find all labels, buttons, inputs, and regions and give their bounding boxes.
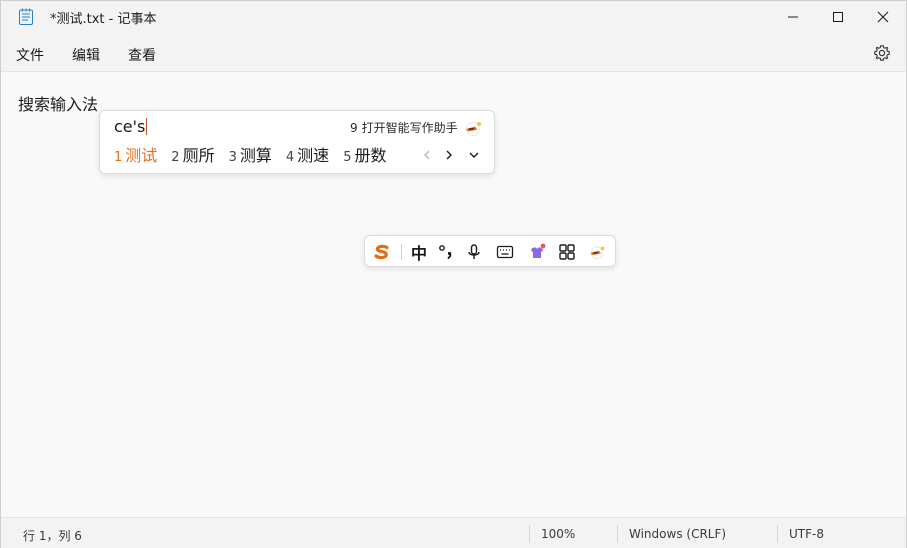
maximize-button[interactable] — [815, 1, 861, 32]
menu-edit[interactable]: 编辑 — [72, 45, 100, 65]
expand-candidates-button[interactable] — [467, 147, 481, 161]
close-button[interactable] — [860, 1, 906, 32]
keyboard-icon — [496, 245, 514, 259]
punctuation-icon — [439, 245, 452, 259]
zoom-level: 100% — [541, 527, 576, 541]
minimize-icon — [788, 16, 798, 17]
toolbar-divider — [401, 244, 402, 260]
chevron-down-icon — [469, 152, 479, 158]
candidate-text: 测速 — [297, 146, 330, 165]
skin-button[interactable] — [527, 242, 547, 262]
candidate-item[interactable]: 4 测速 — [286, 142, 329, 166]
chevron-left-icon — [424, 150, 430, 160]
punctuation-toggle[interactable] — [436, 242, 456, 262]
candidate-item[interactable]: 3 测算 — [229, 142, 272, 166]
candidate-text: 测试 — [125, 146, 158, 165]
microphone-icon — [468, 244, 480, 259]
toolbox-icon — [559, 244, 575, 260]
candidate-text: 册数 — [354, 146, 387, 165]
toolbox-button[interactable] — [557, 242, 577, 262]
status-divider — [617, 525, 618, 543]
candidate-item[interactable]: 5 册数 — [343, 142, 386, 166]
assistant-number: 9 — [350, 120, 358, 135]
editor-content: 搜索输入法 — [18, 95, 99, 114]
gear-icon — [874, 45, 890, 61]
candidate-item[interactable]: 1 测试 — [114, 142, 157, 166]
ime-composition: ce's — [114, 117, 148, 136]
candidate-item[interactable]: 2 厕所 — [171, 142, 214, 166]
assistant-icon — [590, 246, 605, 260]
sogou-logo-icon — [374, 244, 389, 260]
assistant-label: 打开智能写作助手 — [361, 121, 458, 135]
status-divider — [529, 525, 530, 543]
maximize-icon — [833, 11, 843, 22]
assistant-icon — [465, 121, 481, 136]
notepad-app-icon — [19, 8, 33, 25]
candidate-list: 1 测试 2 厕所 3 测算 4 测速 5 册数 — [114, 142, 400, 166]
settings-button[interactable] — [873, 44, 891, 62]
candidate-text: 厕所 — [182, 146, 215, 165]
encoding: UTF-8 — [789, 527, 824, 541]
title-bar: *测试.txt - 记事本 — [1, 1, 906, 32]
sogou-logo-button[interactable] — [372, 242, 392, 262]
candidate-number: 4 — [285, 150, 295, 165]
voice-input-button[interactable] — [464, 242, 484, 262]
status-bar: 行 1，列 6 100% Windows (CRLF) UTF-8 — [1, 517, 906, 548]
candidate-number: 3 — [228, 150, 237, 165]
soft-keyboard-button[interactable] — [495, 242, 515, 262]
candidate-number: 5 — [343, 150, 352, 165]
skin-icon — [531, 243, 546, 258]
menu-file[interactable]: 文件 — [16, 45, 44, 65]
window-title: *测试.txt - 记事本 — [50, 12, 157, 27]
previous-page-button[interactable] — [420, 147, 434, 161]
candidate-number: 2 — [171, 150, 180, 165]
next-page-button[interactable] — [442, 147, 456, 161]
line-ending: Windows (CRLF) — [629, 527, 727, 541]
status-divider — [777, 525, 778, 543]
writing-assistant-link[interactable]: 9 打开智能写作助手 — [350, 119, 484, 136]
menu-view[interactable]: 查看 — [128, 45, 156, 65]
minimize-button[interactable] — [770, 1, 816, 32]
text-caret — [146, 118, 148, 135]
chevron-right-icon — [446, 150, 452, 160]
close-icon — [877, 11, 889, 22]
ime-candidate-window: ce's 9 打开智能写作助手 1 测试 2 厕所 3 测算 4 测速 5 册数 — [99, 110, 495, 174]
candidate-text: 测算 — [239, 146, 272, 165]
menu-bar: 文件 编辑 查看 — [1, 32, 906, 72]
ime-toolbar: 中 — [364, 235, 616, 267]
assistant-button[interactable] — [587, 242, 607, 262]
chinese-mode-toggle[interactable]: 中 — [409, 242, 429, 263]
notepad-window: *测试.txt - 记事本 文件 编辑 查看 搜索输入法 ce's 9 打开智能… — [0, 0, 907, 548]
cursor-position: 行 1，列 6 — [23, 529, 82, 543]
candidate-number: 1 — [114, 150, 123, 165]
